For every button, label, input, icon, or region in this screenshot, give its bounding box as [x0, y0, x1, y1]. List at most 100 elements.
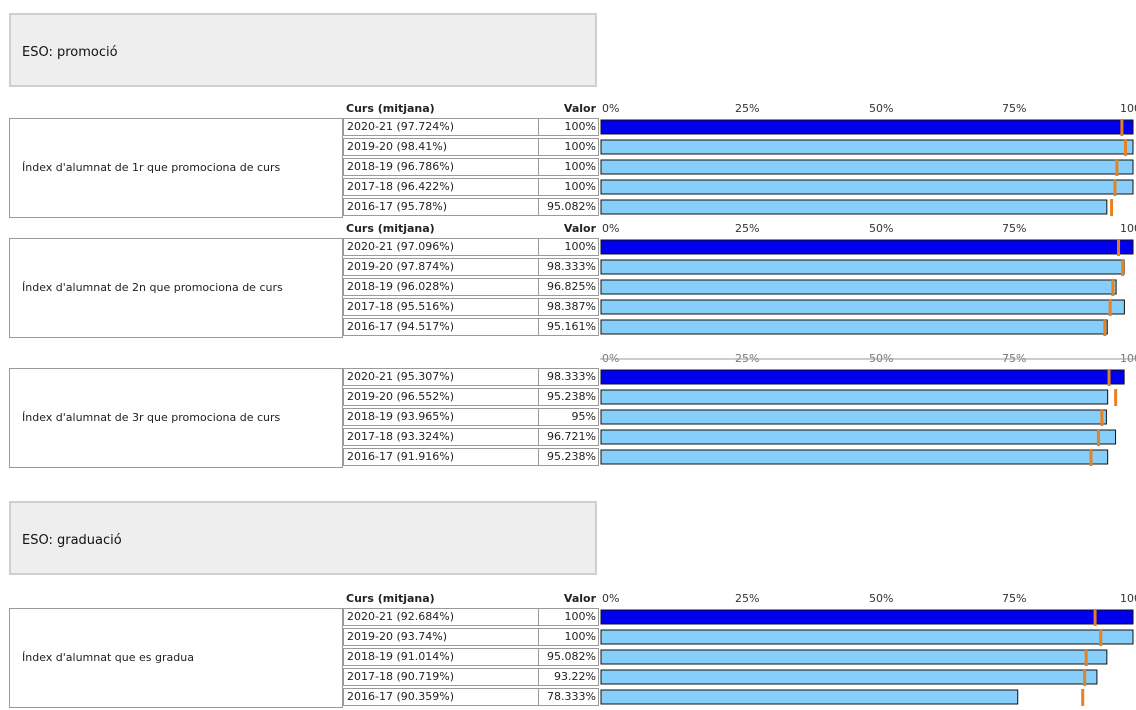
bar: [600, 259, 1125, 275]
tick-label: 50%: [869, 222, 893, 235]
bar-plot: 0% 25% 50% 75% 100%: [600, 102, 1136, 216]
curs-cell: 2018-19 (93.965%): [343, 408, 539, 426]
valor-cell: 98.333%: [539, 258, 599, 276]
valor-cell: 95.238%: [539, 388, 599, 406]
average-marker: [1124, 139, 1128, 156]
average-marker: [1120, 119, 1124, 136]
valor-cell: 95.161%: [539, 318, 599, 336]
section-title-graduacio: ESO: graduació: [9, 501, 597, 575]
valor-cell: 100%: [539, 138, 599, 156]
tick-label: 25%: [735, 102, 759, 115]
tick-label: 100%: [1120, 222, 1136, 235]
table-row: 2016-17 (91.916%) 95.238%: [343, 448, 601, 468]
table-row: 2020-21 (95.307%) 98.333%: [343, 368, 601, 388]
average-marker: [1096, 429, 1100, 446]
tick-label: 75%: [1002, 222, 1026, 235]
bar: [600, 119, 1134, 135]
bar: [600, 319, 1108, 335]
average-marker: [1093, 609, 1097, 626]
valor-cell: 100%: [539, 608, 599, 626]
average-marker: [1115, 159, 1119, 176]
curs-cell: 2017-18 (90.719%): [343, 668, 539, 686]
curs-cell: 2017-18 (95.516%): [343, 298, 539, 316]
tick-label: 0%: [602, 102, 619, 115]
table-row: 2019-20 (98.41%) 100%: [343, 138, 601, 158]
valor-cell: 96.825%: [539, 278, 599, 296]
table-row: 2018-19 (93.965%) 95%: [343, 408, 601, 428]
bar: [600, 199, 1108, 215]
average-marker: [1121, 259, 1125, 276]
indicator-label: Índex d'alumnat de 1r que promociona de …: [22, 161, 281, 174]
average-marker: [1107, 369, 1111, 386]
average-marker: [1110, 199, 1114, 216]
average-marker: [1099, 629, 1103, 646]
valor-cell: 96.721%: [539, 428, 599, 446]
bar: [600, 159, 1134, 175]
average-marker: [1103, 319, 1107, 336]
bar: [600, 449, 1109, 465]
bar: [600, 409, 1107, 425]
tick-label: 25%: [735, 222, 759, 235]
bar: [600, 429, 1117, 445]
average-marker: [1114, 389, 1118, 406]
table-row: 2019-20 (96.552%) 95.238%: [343, 388, 601, 408]
average-marker: [1111, 279, 1115, 296]
curs-cell: 2016-17 (95.78%): [343, 198, 539, 216]
table-row: 2017-18 (95.516%) 98.387%: [343, 298, 601, 318]
tick-label: 0%: [602, 222, 619, 235]
curs-cell: 2016-17 (94.517%): [343, 318, 539, 336]
curs-cell: 2019-20 (97.874%): [343, 258, 539, 276]
valor-cell: 100%: [539, 158, 599, 176]
header-curs: Curs (mitjana): [346, 592, 435, 605]
bar-plot: 0% 25% 50% 75% 100%: [600, 222, 1136, 336]
tick-label: 50%: [869, 102, 893, 115]
average-marker: [1113, 179, 1117, 196]
header-valor: Valor: [563, 592, 596, 605]
bar-plot: 0%25%50%75%100%: [600, 352, 1136, 466]
valor-cell: 98.387%: [539, 298, 599, 316]
average-marker: [1089, 449, 1093, 466]
table-row: 2017-18 (90.719%) 93.22%: [343, 668, 601, 688]
section-title-promocio: ESO: promoció: [9, 13, 597, 87]
indicator-group-box: Índex d'alumnat de 3r que promociona de …: [9, 368, 343, 468]
valor-cell: 93.22%: [539, 668, 599, 686]
table-row: 2018-19 (91.014%) 95.082%: [343, 648, 601, 668]
bar: [600, 139, 1134, 155]
valor-cell: 100%: [539, 238, 599, 256]
tick-label: 0%: [602, 592, 619, 605]
indicator-label: Índex d'alumnat de 2n que promociona de …: [22, 281, 283, 294]
valor-cell: 78.333%: [539, 688, 599, 706]
bar-plot: 0%25%50%75%100%: [600, 592, 1136, 706]
average-marker: [1100, 409, 1104, 426]
table-row: 2019-20 (97.874%) 98.333%: [343, 258, 601, 278]
valor-cell: 98.333%: [539, 368, 599, 386]
curs-cell: 2020-21 (97.724%): [343, 118, 539, 136]
table-row: 2020-21 (92.684%) 100%: [343, 608, 601, 628]
indicator-label: Índex d'alumnat que es gradua: [22, 651, 194, 664]
table-row: 2016-17 (94.517%) 95.161%: [343, 318, 601, 338]
bar: [600, 299, 1125, 315]
curs-cell: 2020-21 (97.096%): [343, 238, 539, 256]
curs-cell: 2018-19 (96.028%): [343, 278, 539, 296]
table-row: 2017-18 (96.422%) 100%: [343, 178, 601, 198]
table-row: 2016-17 (90.359%) 78.333%: [343, 688, 601, 708]
valor-cell: 100%: [539, 178, 599, 196]
tick-label: 25%: [735, 592, 759, 605]
curs-cell: 2019-20 (98.41%): [343, 138, 539, 156]
section-title-text: ESO: promoció: [22, 45, 118, 60]
table-row: 2018-19 (96.786%) 100%: [343, 158, 601, 178]
valor-cell: 100%: [539, 118, 599, 136]
bar: [600, 629, 1134, 645]
indicator-group-box: Índex d'alumnat de 2n que promociona de …: [9, 238, 343, 338]
tick-label: 100%: [1120, 102, 1136, 115]
valor-cell: 95%: [539, 408, 599, 426]
curs-cell: 2019-20 (96.552%): [343, 388, 539, 406]
average-marker: [1108, 299, 1112, 316]
bar: [600, 369, 1125, 385]
valor-cell: 95.238%: [539, 448, 599, 466]
tick-label: 75%: [1002, 102, 1026, 115]
header-curs: Curs (mitjana): [346, 222, 435, 235]
indicator-group-box: Índex d'alumnat que es gradua: [9, 608, 343, 708]
table-row: 2019-20 (93.74%) 100%: [343, 628, 601, 648]
curs-cell: 2016-17 (91.916%): [343, 448, 539, 466]
